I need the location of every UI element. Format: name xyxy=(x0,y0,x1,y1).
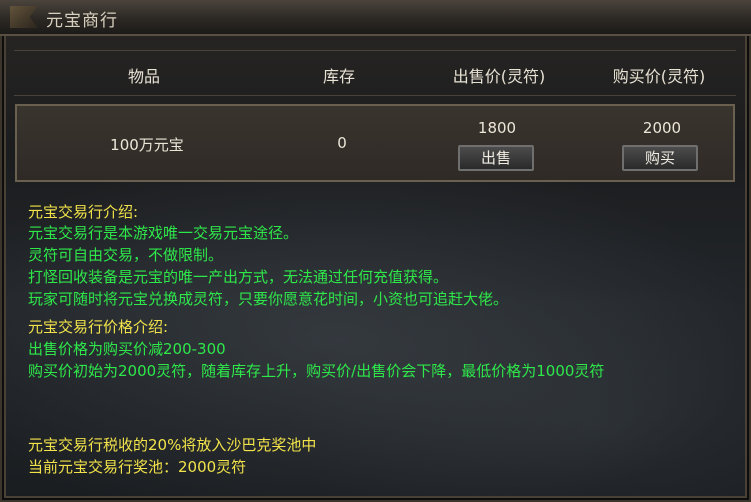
price-intro-title: 元宝交易行价格介绍: xyxy=(28,318,169,336)
intro-line-1: 元宝交易行是本游戏唯一交易元宝途径。 xyxy=(28,224,299,242)
merchant-window: 元宝商行 物品 库存 出售价(灵符) 购买价(灵符) 100万元宝 0 1800… xyxy=(0,0,751,502)
window-title: 元宝商行 xyxy=(46,11,118,31)
table-header: 物品 库存 出售价(灵符) 购买价(灵符) xyxy=(14,50,736,96)
tax-notice: 元宝交易行税收的20%将放入沙巴克奖池中 xyxy=(28,436,317,454)
sell-button[interactable]: 出售 xyxy=(458,145,534,171)
prize-pool: 当前元宝交易行奖池：2000灵符 xyxy=(28,458,247,476)
buy-price-value: 2000 xyxy=(642,119,682,137)
title-decoration-icon xyxy=(10,6,38,28)
item-name: 100万元宝 xyxy=(110,136,184,154)
item-stock: 0 xyxy=(337,134,347,152)
price-intro-line-2: 购买价初始为2000灵符，随着库存上升，购买价/出售价会下降，最低价格为1000… xyxy=(28,362,605,380)
header-buy-price: 购买价(灵符) xyxy=(612,67,706,86)
intro-title: 元宝交易行介绍: xyxy=(28,203,139,221)
price-intro-line-1: 出售价格为购买价减200-300 xyxy=(28,340,226,358)
buy-button[interactable]: 购买 xyxy=(622,145,698,171)
title-bar[interactable]: 元宝商行 xyxy=(0,0,751,36)
sell-price-value: 1800 xyxy=(477,119,517,137)
table-row: 100万元宝 0 1800 2000 出售 购买 xyxy=(15,104,735,182)
intro-line-4: 玩家可随时将元宝兑换成灵符，只要你愿意花时间，小资也可追赶大佬。 xyxy=(28,290,509,308)
header-sell-price: 出售价(灵符) xyxy=(452,67,546,86)
header-item: 物品 xyxy=(127,67,160,86)
intro-line-2: 灵符可自由交易，不做限制。 xyxy=(28,246,224,264)
header-stock: 库存 xyxy=(322,67,355,86)
intro-line-3: 打怪回收装备是元宝的唯一产出方式，无法通过任何充值获得。 xyxy=(28,268,449,286)
